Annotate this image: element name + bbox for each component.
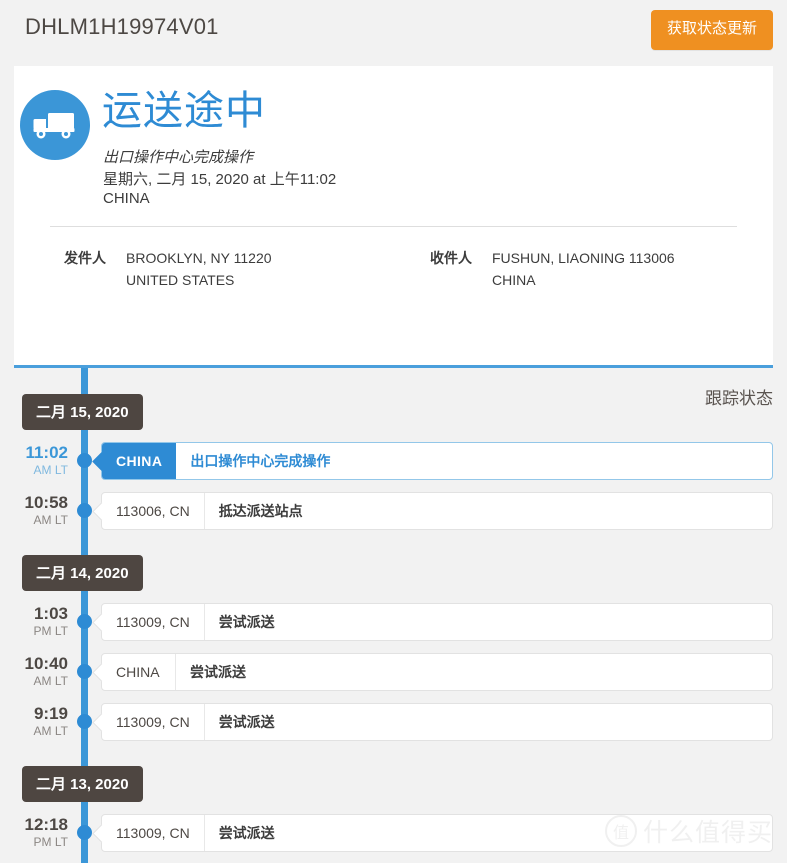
- timeline-date-group: 二月 13, 202012:18PM LT113009, CN尝试派送9:45A…: [0, 766, 787, 863]
- event-time: 1:03 PM LT: [0, 605, 68, 637]
- event-location: CHINA: [102, 443, 176, 479]
- event-time-value: 10:40: [0, 655, 68, 672]
- sender-address-line1: BROOKLYN, NY 11220: [126, 250, 272, 266]
- tracking-page: DHLM1H19974V01 获取状态更新 运送途中 出口操作中心完成操作 星期…: [0, 0, 787, 863]
- page-title: DHLM1H19974V01: [25, 14, 219, 40]
- event-time-value: 1:03: [0, 605, 68, 622]
- event-time-meridiem: PM LT: [0, 625, 68, 637]
- event-time-meridiem: AM LT: [0, 464, 68, 476]
- event-card[interactable]: 113009, CN尝试派送: [101, 703, 773, 741]
- event-card[interactable]: 113006, CN抵达派送站点: [101, 492, 773, 530]
- sender-address-line2: UNITED STATES: [126, 272, 234, 288]
- shipment-summary-card: 运送途中 出口操作中心完成操作 星期六, 二月 15, 2020 at 上午11…: [14, 66, 773, 368]
- timeline-date-group: 二月 15, 2020 11:02 AM LT CHINA出口操作中心完成操作 10:5…: [0, 394, 787, 530]
- receiver-address-line2: CHINA: [492, 272, 536, 288]
- event-card[interactable]: 113009, CN尝试派送: [101, 603, 773, 641]
- event-time: 10:58 AM LT: [0, 494, 68, 526]
- receiver-label: 收件人: [430, 248, 492, 268]
- sender-block: 发件人BROOKLYN, NY 11220 UNITED STATES: [64, 248, 272, 291]
- event-description: 抵达派送站点: [205, 493, 317, 529]
- truck-icon: [20, 90, 90, 160]
- event-time-meridiem: AM LT: [0, 725, 68, 737]
- status-title: 运送途中: [102, 90, 266, 132]
- event-card[interactable]: CHINA出口操作中心完成操作: [101, 442, 773, 480]
- timeline-date-badge: 二月 13, 2020: [22, 766, 143, 802]
- event-card[interactable]: CHINA尝试派送: [101, 653, 773, 691]
- timeline-dot-icon: [77, 664, 92, 679]
- event-description: 尝试派送: [205, 604, 289, 640]
- event-location: 113006, CN: [102, 493, 205, 529]
- timeline-date-badge: 二月 14, 2020: [22, 555, 143, 591]
- receiver-address: FUSHUN, LIAONING 113006 CHINA: [492, 248, 675, 291]
- timeline-event-row[interactable]: 10:40 AM LT CHINA尝试派送: [0, 653, 787, 691]
- status-country: CHINA: [103, 190, 150, 207]
- event-description: 尝试派送: [205, 815, 289, 851]
- receiver-address-line1: FUSHUN, LIAONING 113006: [492, 250, 675, 266]
- event-time-value: 10:58: [0, 494, 68, 511]
- event-description: 尝试派送: [205, 704, 289, 740]
- tracking-timeline: 二月 15, 202011:02AM LTCHINA出口操作中心完成操作10:5…: [0, 368, 787, 863]
- timeline-event-row[interactable]: 9:19 AM LT 113009, CN尝试派送: [0, 703, 787, 741]
- event-location: CHINA: [102, 654, 176, 690]
- event-time-value: 9:19: [0, 705, 68, 722]
- event-time: 11:02 AM LT: [0, 444, 68, 476]
- timeline-dot-icon: [77, 503, 92, 518]
- timeline-dot-icon: [77, 614, 92, 629]
- timeline-date-group: 二月 14, 20201:03PM LT113009, CN尝试派送10:40A…: [0, 555, 787, 741]
- status-datetime: 星期六, 二月 15, 2020 at 上午11:02: [103, 168, 336, 189]
- card-divider: [50, 226, 737, 227]
- timeline-event-row[interactable]: 12:18 PM LT 113009, CN尝试派送: [0, 814, 787, 852]
- event-location: 113009, CN: [102, 815, 205, 851]
- event-location: 113009, CN: [102, 704, 205, 740]
- get-status-update-button[interactable]: 获取状态更新: [651, 10, 773, 50]
- event-time-meridiem: PM LT: [0, 836, 68, 848]
- timeline-event-row[interactable]: 1:03 PM LT 113009, CN尝试派送: [0, 603, 787, 641]
- receiver-block: 收件人FUSHUN, LIAONING 113006 CHINA: [430, 248, 675, 291]
- timeline-dot-icon: [77, 714, 92, 729]
- event-description: 出口操作中心完成操作: [176, 443, 344, 479]
- event-time: 10:40 AM LT: [0, 655, 68, 687]
- timeline-dot-icon: [77, 825, 92, 840]
- event-time-meridiem: AM LT: [0, 675, 68, 687]
- top-bar: DHLM1H19974V01 获取状态更新: [0, 0, 787, 65]
- event-time: 12:18 PM LT: [0, 816, 68, 848]
- event-time-value: 12:18: [0, 816, 68, 833]
- event-card[interactable]: 113009, CN尝试派送: [101, 814, 773, 852]
- timeline-event-row[interactable]: 11:02 AM LT CHINA出口操作中心完成操作: [0, 442, 787, 480]
- event-location: 113009, CN: [102, 604, 205, 640]
- event-description: 尝试派送: [176, 654, 260, 690]
- sender-label: 发件人: [64, 248, 126, 268]
- event-time-value: 11:02: [0, 444, 68, 461]
- sender-address: BROOKLYN, NY 11220 UNITED STATES: [126, 248, 272, 291]
- event-time: 9:19 AM LT: [0, 705, 68, 737]
- timeline-dot-icon: [77, 453, 92, 468]
- status-subtitle: 出口操作中心完成操作: [103, 146, 253, 167]
- timeline-event-row[interactable]: 10:58 AM LT 113006, CN抵达派送站点: [0, 492, 787, 530]
- timeline-date-badge: 二月 15, 2020: [22, 394, 143, 430]
- event-time-meridiem: AM LT: [0, 514, 68, 526]
